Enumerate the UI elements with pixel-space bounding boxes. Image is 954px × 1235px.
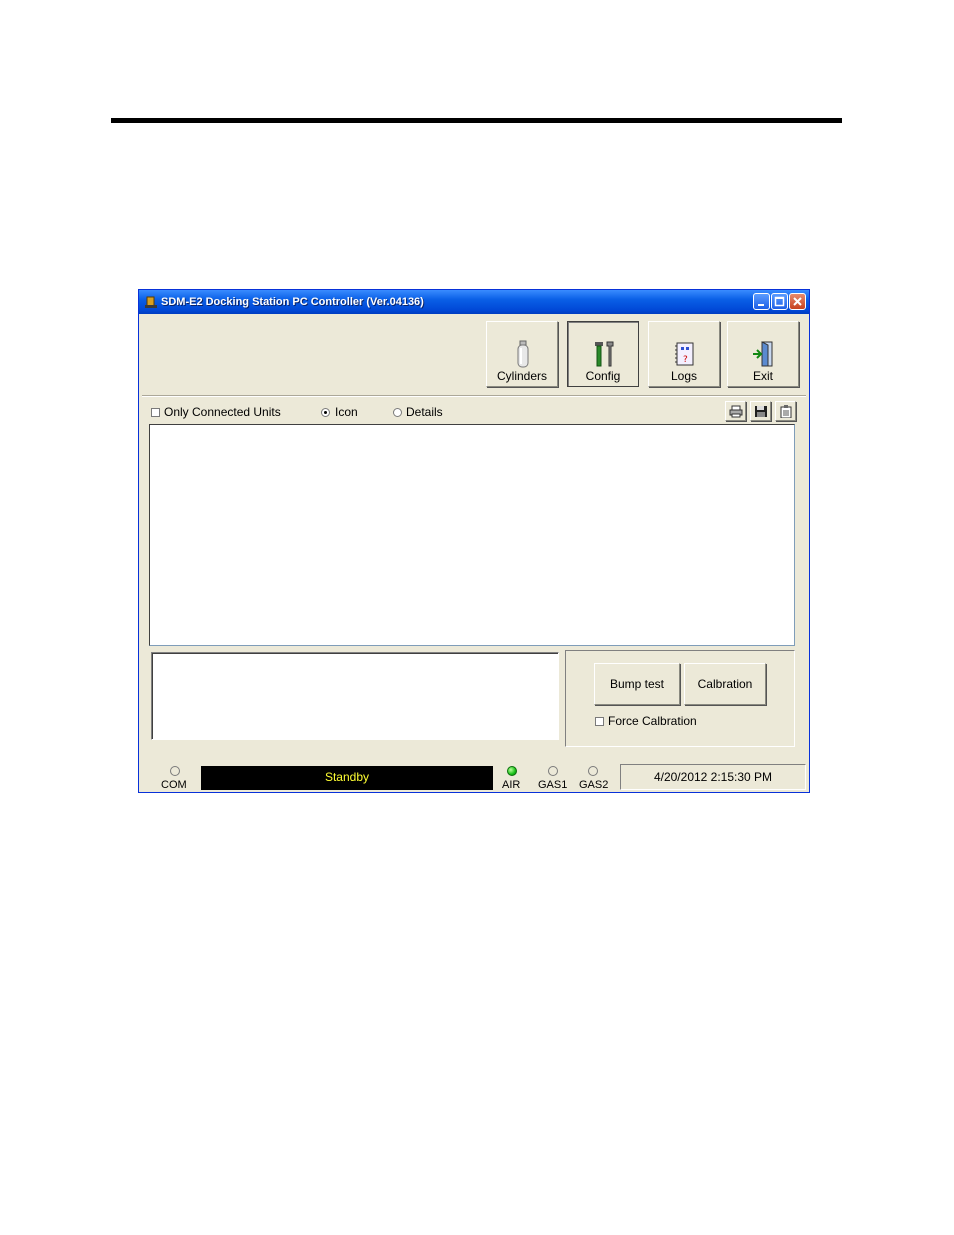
toolbar-separator [142,395,806,397]
details-view-label: Details [406,405,443,419]
cylinders-label: Cylinders [496,369,547,383]
action-panel: Bump test Calbration Force Calbration [565,650,795,747]
only-connected-label: Only Connected Units [164,405,281,419]
minimize-icon [758,304,764,306]
air-indicator [507,766,517,776]
datetime-text: 4/20/2012 2:15:30 PM [653,770,773,784]
message-box[interactable] [151,652,559,740]
icon-view-radio[interactable] [321,408,330,417]
printer-icon [729,405,743,418]
com-indicator [170,766,180,776]
clipboard-icon [780,405,792,418]
config-label: Config [585,369,621,383]
details-view-radio[interactable] [393,408,402,417]
force-calibration-checkbox[interactable] [595,717,604,726]
svg-text:?: ? [683,355,688,365]
logs-label: Logs [670,369,698,383]
gas2-label: GAS2 [579,779,609,791]
gas2-indicator [588,766,598,776]
logs-button[interactable]: ? Logs [648,321,720,387]
close-icon [793,297,802,306]
window-title: SDM-E2 Docking Station PC Controller (Ve… [161,296,424,308]
exit-label: Exit [752,369,773,383]
print-button[interactable] [725,401,746,421]
close-button[interactable] [789,293,806,310]
maximize-icon [774,296,785,307]
title-bar[interactable]: SDM-E2 Docking Station PC Controller (Ve… [139,290,809,314]
floppy-disk-icon [755,406,767,417]
app-icon [145,296,157,308]
bump-test-label: Bump test [609,677,665,691]
only-connected-checkbox[interactable] [151,408,160,417]
status-message: Standby [324,770,370,784]
cylinders-button[interactable]: Cylinders [486,321,558,387]
datetime-panel: 4/20/2012 2:15:30 PM [620,764,806,790]
air-label: AIR [502,779,521,791]
calibration-label: Calbration [697,677,753,691]
copy-clipboard-button[interactable] [775,401,796,421]
bump-test-button[interactable]: Bump test [594,663,680,705]
client-area: Cylinders Config ? Logs Exit Only Connec… [139,314,809,792]
calibration-button[interactable]: Calbration [684,663,766,705]
exit-door-icon [753,341,773,367]
tools-icon [595,341,614,367]
logbook-icon: ? [675,342,694,366]
com-label: COM [161,779,187,791]
exit-button[interactable]: Exit [727,321,799,387]
force-calibration-label: Force Calbration [608,714,697,728]
icon-view-label: Icon [335,405,358,419]
units-list-view[interactable] [149,424,795,646]
status-message-display: Standby [201,766,493,790]
page-top-rule [111,118,842,123]
save-button[interactable] [750,401,771,421]
gas1-indicator [548,766,558,776]
maximize-button[interactable] [771,293,788,310]
cylinder-icon [517,340,529,368]
minimize-button[interactable] [753,293,770,310]
status-bar: COM Standby AIR GAS1 GAS2 4/20/2012 2:15… [139,762,809,792]
app-window: SDM-E2 Docking Station PC Controller (Ve… [138,289,810,793]
config-button[interactable]: Config [567,321,639,387]
gas1-label: GAS1 [538,779,568,791]
